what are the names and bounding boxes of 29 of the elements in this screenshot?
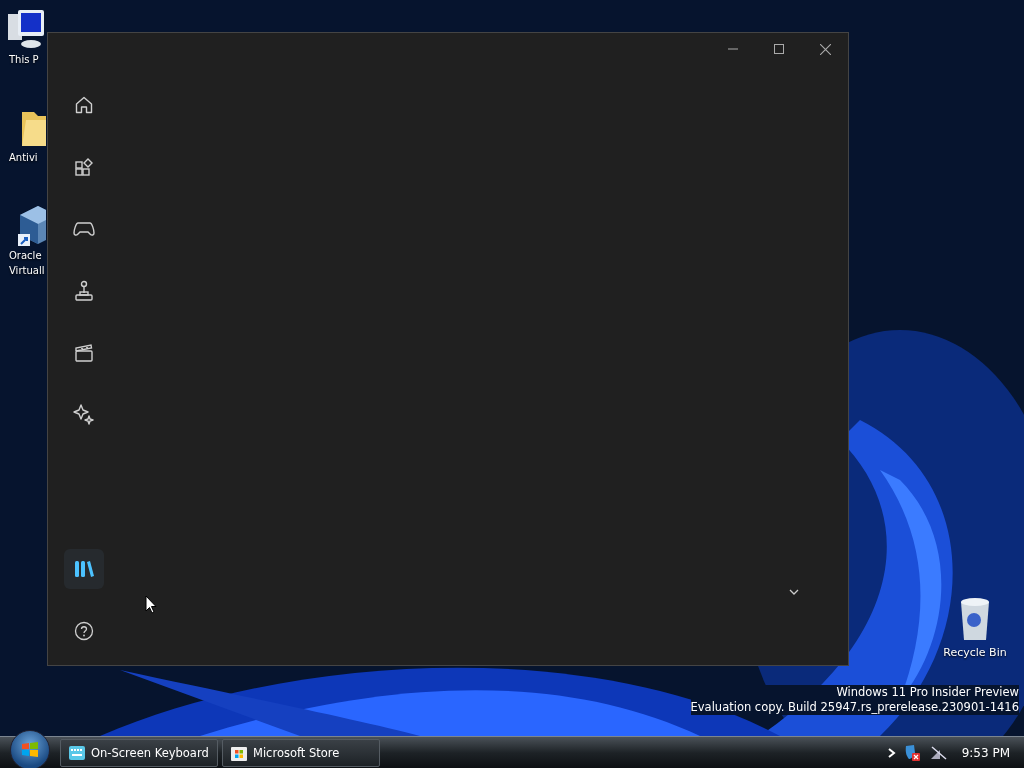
home-icon [74, 95, 94, 115]
icon-label: This P [8, 53, 39, 67]
store-icon [231, 745, 247, 761]
watermark-text: Windows 11 Pro Insider Preview [836, 685, 1019, 700]
clock[interactable]: 9:53 PM [961, 746, 1010, 760]
close-icon [819, 43, 831, 55]
sparkles-icon [72, 403, 96, 427]
watermark-text: Evaluation copy. Build 25947.rs_prerelease.230901-1416 [690, 700, 1019, 715]
shield-error-icon[interactable] [903, 745, 922, 761]
chevron-down-icon[interactable] [789, 589, 799, 595]
icon-label: Antivi [8, 151, 38, 165]
clapperboard-icon [74, 343, 94, 363]
network-icon[interactable] [929, 746, 948, 760]
help-icon [74, 621, 94, 641]
windows-logo-icon [21, 741, 39, 759]
apps-icon [74, 157, 94, 177]
mouse-pointer-icon [145, 595, 157, 614]
chevron-right-icon[interactable] [887, 748, 896, 758]
library-icon [74, 560, 94, 578]
gamepad-icon [73, 220, 95, 238]
nav-item[interactable] [64, 549, 104, 589]
taskbar-button[interactable]: On-Screen Keyboard [60, 739, 218, 767]
taskbar-button[interactable]: Microsoft Store [222, 739, 380, 767]
icon-label: Recycle Bin [943, 646, 1007, 659]
start-button[interactable] [10, 730, 50, 768]
keyboard-icon [69, 746, 85, 760]
icon-label: Oracle Virtuall [8, 249, 45, 278]
maximize-icon [774, 44, 784, 54]
joystick-icon [74, 280, 94, 302]
